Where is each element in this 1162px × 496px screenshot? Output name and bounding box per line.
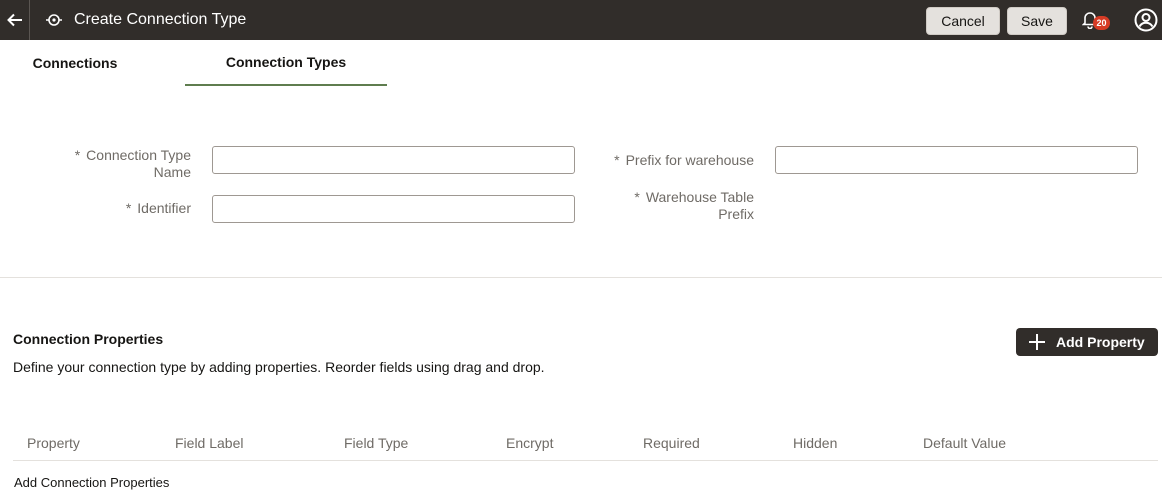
- add-property-button[interactable]: Add Property: [1016, 328, 1158, 356]
- arrow-left-icon: [6, 13, 22, 27]
- connection-properties-description: Define your connection type by adding pr…: [13, 359, 545, 375]
- add-property-label: Add Property: [1056, 334, 1145, 350]
- identifier-label: * Identifier: [125, 200, 191, 216]
- column-header-default-value[interactable]: Default Value: [923, 435, 1006, 451]
- column-header-field-label[interactable]: Field Label: [175, 435, 244, 451]
- user-avatar-icon[interactable]: [1134, 8, 1158, 32]
- plus-icon: [1029, 334, 1045, 350]
- tab-connections[interactable]: Connections: [0, 40, 150, 86]
- table-header-divider: [13, 460, 1158, 461]
- column-header-required[interactable]: Required: [643, 435, 700, 451]
- connection-type-name-input[interactable]: [212, 146, 575, 174]
- required-marker: *: [125, 200, 132, 216]
- column-header-hidden[interactable]: Hidden: [793, 435, 837, 451]
- column-header-field-type[interactable]: Field Type: [344, 435, 408, 451]
- section-divider: [0, 277, 1162, 278]
- empty-properties-message: Add Connection Properties: [14, 475, 170, 490]
- column-header-property[interactable]: Property: [27, 435, 80, 451]
- prefix-for-warehouse-input[interactable]: [775, 146, 1138, 174]
- notification-count-badge: 20: [1093, 16, 1110, 30]
- warehouse-table-prefix-label: * Warehouse Table Prefix: [634, 189, 754, 222]
- required-marker: *: [614, 152, 620, 168]
- connection-type-icon: [46, 14, 62, 26]
- cancel-button[interactable]: Cancel: [926, 7, 1000, 35]
- back-button[interactable]: [0, 0, 29, 40]
- page-title: Create Connection Type: [74, 11, 247, 28]
- required-marker: *: [634, 189, 640, 205]
- save-button[interactable]: Save: [1007, 7, 1067, 35]
- column-header-encrypt[interactable]: Encrypt: [506, 435, 553, 451]
- required-marker: *: [74, 147, 81, 163]
- connection-type-name-label: * Connection Type Name: [74, 147, 191, 180]
- tab-connection-types[interactable]: Connection Types: [185, 40, 387, 86]
- identifier-input[interactable]: [212, 195, 575, 223]
- connection-properties-title: Connection Properties: [13, 331, 164, 347]
- prefix-for-warehouse-label: * Prefix for warehouse: [614, 152, 754, 168]
- top-bar: Create Connection Type Cancel Save 20: [0, 0, 1162, 40]
- header-divider: [29, 0, 30, 40]
